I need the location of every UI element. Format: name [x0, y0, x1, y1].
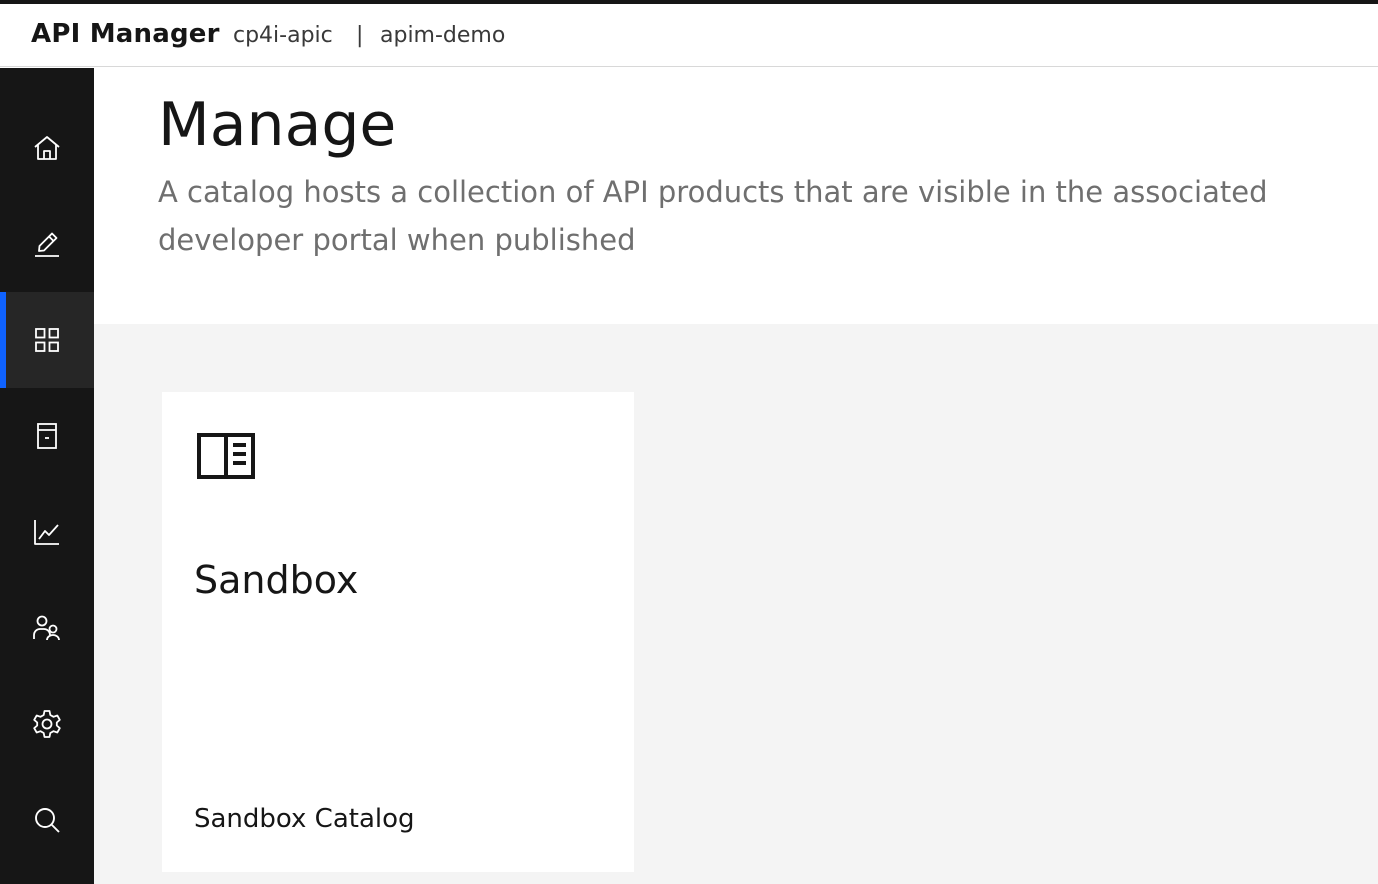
nav-settings[interactable]: [0, 676, 94, 772]
nav-resources[interactable]: [0, 388, 94, 484]
org-name[interactable]: cp4i-apic: [233, 23, 333, 48]
catalog-tile-sandbox[interactable]: Sandbox Sandbox Catalog: [162, 392, 634, 872]
chart-icon: [34, 520, 59, 545]
app-title[interactable]: API Manager: [31, 19, 220, 49]
page-description: A catalog hosts a collection of API prod…: [158, 175, 1268, 257]
gear-icon: [33, 710, 61, 738]
catalog-list: Sandbox Sandbox Catalog: [94, 324, 1378, 884]
nav-search[interactable]: [0, 772, 94, 868]
breadcrumb-separator: |: [356, 23, 364, 48]
catalog-description: Sandbox Catalog: [194, 804, 415, 834]
nav-develop[interactable]: [0, 196, 94, 292]
archive-icon: [37, 423, 57, 449]
catalog-icon: [197, 433, 255, 479]
page-title: Manage: [158, 90, 397, 160]
search-icon: [35, 808, 60, 833]
grid-icon: [35, 328, 59, 352]
header-bar: API Manager cp4i-apic | apim-demo: [0, 4, 1378, 67]
edit-icon: [35, 232, 59, 257]
catalog-name[interactable]: apim-demo: [380, 23, 505, 48]
nav-analytics[interactable]: [0, 484, 94, 580]
page-header: Manage A catalog hosts a collection of A…: [94, 68, 1378, 324]
sidebar-nav: [0, 68, 94, 884]
home-icon: [34, 136, 60, 160]
nav-members[interactable]: [0, 580, 94, 676]
catalog-title: Sandbox: [194, 558, 359, 602]
nav-home[interactable]: [0, 100, 94, 196]
nav-manage[interactable]: [0, 292, 94, 388]
users-icon: [33, 615, 60, 641]
